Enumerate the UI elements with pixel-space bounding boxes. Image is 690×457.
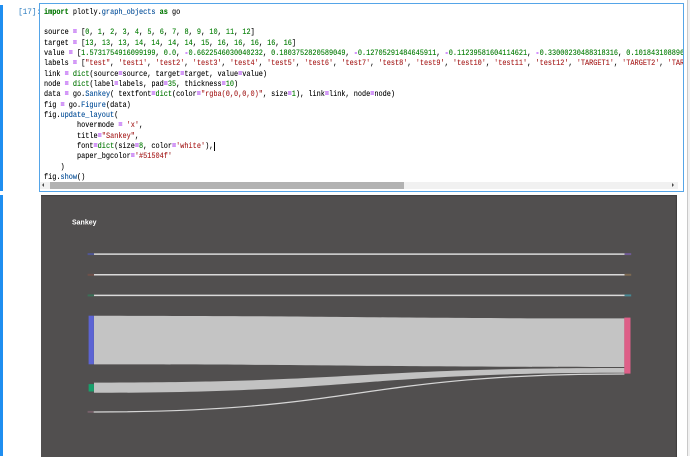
svg-text:Sankey: Sankey xyxy=(72,220,97,227)
